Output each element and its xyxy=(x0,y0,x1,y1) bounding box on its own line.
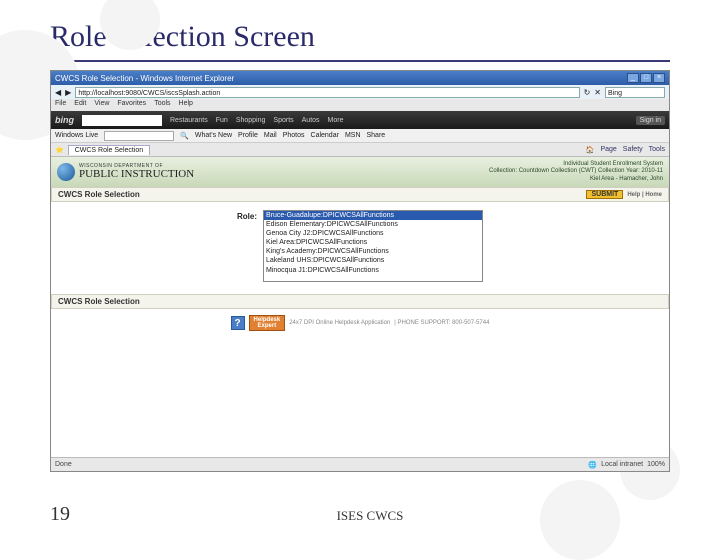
globe-icon: 🌐 xyxy=(588,461,597,469)
dpi-dept-big: PUBLIC INSTRUCTION xyxy=(79,169,194,180)
ie-title-bar: CWCS Role Selection - Windows Internet E… xyxy=(51,71,669,85)
windows-live-toolbar: Windows Live 🔍 What's New Profile Mail P… xyxy=(51,129,669,143)
section-title: CWCS Role Selection xyxy=(58,190,140,199)
status-done: Done xyxy=(55,461,72,468)
wlive-item[interactable]: What's New xyxy=(195,132,232,139)
helpdesk-row: ? Helpdesk Expert 24x7 DPI Online Helpde… xyxy=(51,309,669,337)
home-icon[interactable]: 🏠 xyxy=(586,146,595,154)
ie-status-bar: Done 🌐 Local intranet 100% xyxy=(51,457,669,471)
slide-footer: 19 ISES CWCS xyxy=(50,503,670,526)
role-option[interactable]: Minocqua J1:DPICWCSAllFunctions xyxy=(264,266,482,275)
title-underline xyxy=(50,60,670,62)
ie-window: CWCS Role Selection - Windows Internet E… xyxy=(50,70,670,472)
zoom-level[interactable]: 100% xyxy=(647,461,665,468)
ie-menu-bar: File Edit View Favorites Tools Help xyxy=(51,99,669,111)
bing-item[interactable]: Sports xyxy=(273,117,293,124)
collection-info: Collection: Countdown Collection (CWT) C… xyxy=(489,168,663,175)
signin-button[interactable]: Sign in xyxy=(636,116,665,125)
role-option[interactable]: King's Academy:DPICWCSAllFunctions xyxy=(264,247,482,256)
minimize-button[interactable]: _ xyxy=(627,73,639,83)
close-button[interactable]: × xyxy=(653,73,665,83)
wlive-item[interactable]: Share xyxy=(367,132,386,139)
url-input[interactable]: http://localhost:9080/CWCS/iscsSplash.ac… xyxy=(75,87,579,98)
role-option[interactable]: Edison Elementary:DPICWCSAllFunctions xyxy=(264,220,482,229)
dpi-logo-icon xyxy=(57,163,75,181)
bing-search-input[interactable] xyxy=(82,115,162,126)
window-title-text: CWCS Role Selection - Windows Internet E… xyxy=(55,74,234,83)
ie-address-bar: ◀ ▶ http://localhost:9080/CWCS/iscsSplas… xyxy=(51,85,669,99)
tabtool-page[interactable]: Page xyxy=(600,146,616,154)
bing-logo: bing xyxy=(55,115,74,125)
wlive-search-input[interactable] xyxy=(104,131,174,141)
maximize-button[interactable]: □ xyxy=(640,73,652,83)
role-listbox[interactable]: Bruce-Guadalupe:DPICWCSAllFunctions Edis… xyxy=(263,210,483,282)
favorites-icon[interactable]: ⭐ xyxy=(55,146,64,154)
ie-search-input[interactable]: Bing xyxy=(605,87,665,98)
wlive-item[interactable]: Profile xyxy=(238,132,258,139)
content-whitespace xyxy=(51,337,669,457)
help-home-link[interactable]: Help | Home xyxy=(627,192,662,198)
menu-tools[interactable]: Tools xyxy=(154,100,170,110)
wlive-search-icon[interactable]: 🔍 xyxy=(180,132,189,140)
bing-item[interactable]: More xyxy=(328,117,344,124)
helpdesk-link[interactable]: 24x7 DPI Online Helpdesk Application xyxy=(289,320,390,326)
bing-item[interactable]: Fun xyxy=(216,117,228,124)
bing-toolbar: bing Restaurants Fun Shopping Sports Aut… xyxy=(51,111,669,129)
role-selection-area: Role: Bruce-Guadalupe:DPICWCSAllFunction… xyxy=(51,202,669,294)
nav-back-icon[interactable]: ◀ xyxy=(55,88,61,97)
refresh-icon[interactable]: ↻ xyxy=(584,88,591,97)
wlive-item[interactable]: Mail xyxy=(264,132,277,139)
nav-forward-icon[interactable]: ▶ xyxy=(65,88,71,97)
dpi-header: WISCONSIN DEPARTMENT OF PUBLIC INSTRUCTI… xyxy=(51,157,669,187)
role-label: Role: xyxy=(237,210,257,282)
question-icon: ? xyxy=(231,316,245,330)
helpdesk-expert-button[interactable]: Helpdesk Expert xyxy=(249,315,286,331)
user-context: Kiel Area - Hamacher, John xyxy=(489,176,663,183)
security-zone: Local intranet xyxy=(601,461,643,468)
submit-button[interactable]: SUBMIT xyxy=(586,190,623,199)
wlive-brand: Windows Live xyxy=(55,132,98,139)
tabtool-safety[interactable]: Safety xyxy=(623,146,643,154)
bing-item[interactable]: Restaurants xyxy=(170,117,208,124)
wlive-item[interactable]: MSN xyxy=(345,132,361,139)
section-title-repeat: CWCS Role Selection xyxy=(58,297,140,306)
menu-file[interactable]: File xyxy=(55,100,66,110)
bing-item[interactable]: Shopping xyxy=(236,117,266,124)
wlive-item[interactable]: Photos xyxy=(283,132,305,139)
role-option[interactable]: Bruce-Guadalupe:DPICWCSAllFunctions xyxy=(264,211,482,220)
stop-icon[interactable]: ✕ xyxy=(594,88,601,97)
menu-favorites[interactable]: Favorites xyxy=(117,100,146,110)
footer-label: ISES CWCS xyxy=(337,508,404,524)
section-header: CWCS Role Selection SUBMIT Help | Home xyxy=(51,187,669,202)
tabtool-tools[interactable]: Tools xyxy=(649,146,665,154)
menu-edit[interactable]: Edit xyxy=(74,100,86,110)
browser-tab[interactable]: CWCS Role Selection xyxy=(68,145,150,155)
menu-view[interactable]: View xyxy=(94,100,109,110)
bing-item[interactable]: Autos xyxy=(302,117,320,124)
helpdesk-phone: | PHONE SUPPORT: 800-507-5744 xyxy=(394,320,489,326)
role-option[interactable]: Lakeland UHS:DPICWCSAllFunctions xyxy=(264,256,482,265)
menu-help[interactable]: Help xyxy=(179,100,193,110)
ie-tab-row: ⭐ CWCS Role Selection 🏠 Page Safety Tool… xyxy=(51,143,669,157)
window-controls: _ □ × xyxy=(627,73,665,83)
role-option[interactable]: Kiel Area:DPICWCSAllFunctions xyxy=(264,238,482,247)
page-number: 19 xyxy=(50,503,70,526)
role-option[interactable]: Genoa City J2:DPICWCSAllFunctions xyxy=(264,229,482,238)
system-title: Individual Student Enrollment System xyxy=(489,161,663,168)
section-footer: CWCS Role Selection xyxy=(51,294,669,309)
wlive-item[interactable]: Calendar xyxy=(311,132,339,139)
